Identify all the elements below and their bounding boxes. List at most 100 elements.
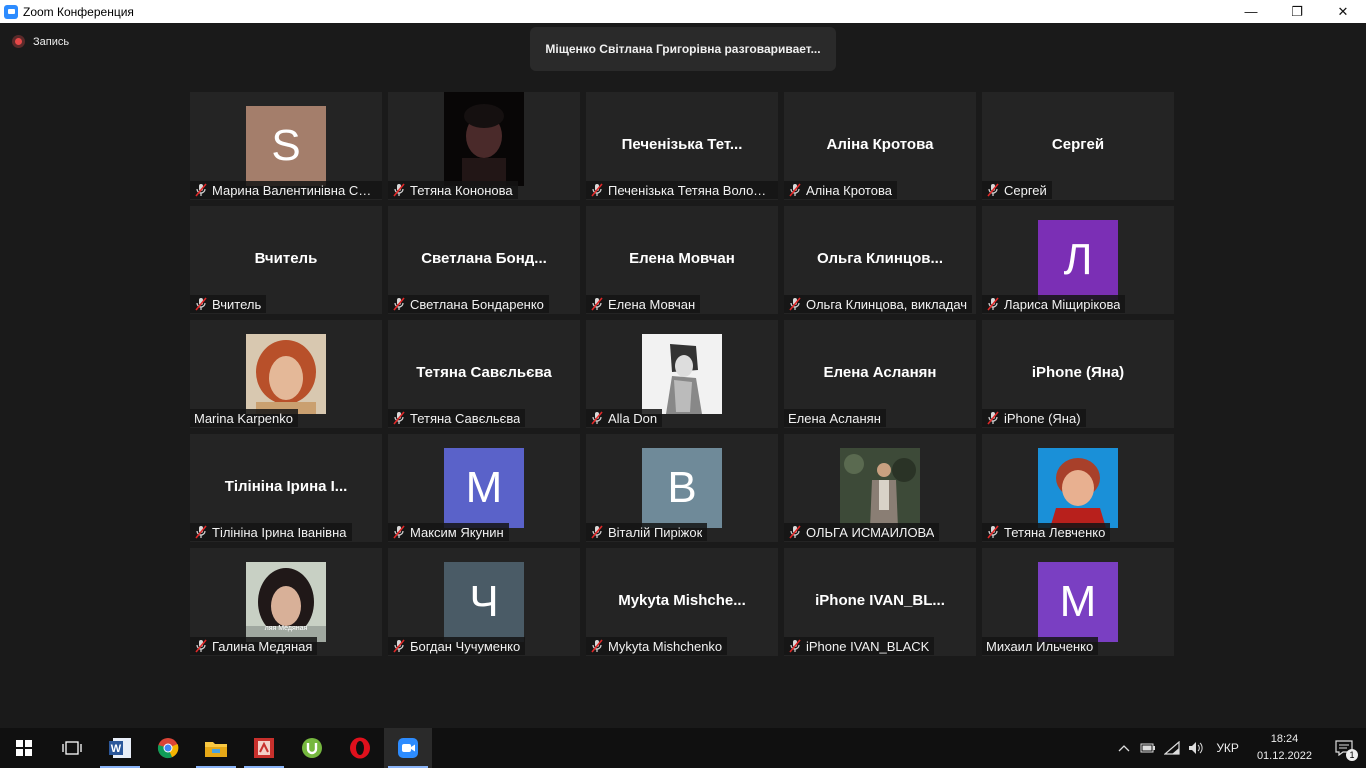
participant-tile[interactable]: Печенізька Тет... Печенізька Тетяна Волод… xyxy=(586,92,778,200)
participant-name: Светлана Бондаренко xyxy=(410,296,544,312)
participant-name: Тетяна Савєльєва xyxy=(410,410,521,426)
participant-tile[interactable]: ляя Медяная Галина Медяная xyxy=(190,548,382,656)
participant-avatar: M xyxy=(1038,562,1118,642)
window-controls: — ❐ ✕ xyxy=(1228,0,1366,23)
svg-text:W: W xyxy=(111,743,122,755)
svg-text:ляя Медяная: ляя Медяная xyxy=(265,625,308,632)
participant-tile[interactable]: Л Лариса Міщирікова xyxy=(982,206,1174,314)
tray-overflow-chevron-icon[interactable] xyxy=(1112,728,1136,768)
participant-tile[interactable]: Alla Don xyxy=(586,320,778,428)
participant-display-name: Сергей xyxy=(1051,136,1105,153)
participant-name: Максим Якунин xyxy=(410,524,504,540)
participant-name: Mykyta Mishchenko xyxy=(608,638,723,654)
mic-muted-icon xyxy=(195,297,207,311)
participant-name: Вчитель xyxy=(212,296,262,312)
participant-tile[interactable]: Елена Мовчан Елена Мовчан xyxy=(586,206,778,314)
participant-avatar: Ч xyxy=(444,562,524,642)
close-button[interactable]: ✕ xyxy=(1320,0,1366,23)
input-language[interactable]: УКР xyxy=(1208,741,1247,755)
participant-name: Елена Асланян xyxy=(788,410,881,426)
participant-photo xyxy=(1038,448,1118,528)
participant-tile[interactable]: Елена Асланян Елена Асланян xyxy=(784,320,976,428)
participant-tile[interactable]: Аліна Кротова Аліна Кротова xyxy=(784,92,976,200)
participant-tile[interactable]: B Віталій Пиріжок xyxy=(586,434,778,542)
participant-name: Сергей xyxy=(1004,182,1047,198)
chrome-icon xyxy=(157,738,179,759)
minimize-button[interactable]: — xyxy=(1228,0,1274,23)
mic-muted-icon xyxy=(393,183,405,197)
mic-muted-icon xyxy=(591,525,603,539)
participant-display-name: Вчитель xyxy=(254,250,318,267)
participant-display-name: iPhone IVAN_BL... xyxy=(815,592,945,609)
mic-muted-icon xyxy=(591,639,603,653)
mic-muted-icon xyxy=(393,639,405,653)
participant-tile[interactable]: Вчитель Вчитель xyxy=(190,206,382,314)
taskbar-file-explorer[interactable] xyxy=(192,728,240,768)
wifi-icon[interactable] xyxy=(1160,728,1184,768)
action-center-button[interactable]: 1 xyxy=(1322,728,1366,768)
volume-icon[interactable] xyxy=(1184,728,1208,768)
task-view-button[interactable] xyxy=(48,728,96,768)
participant-photo: ляя Медяная xyxy=(246,562,326,642)
participant-name-label: Печенізька Тетяна Володи... xyxy=(586,181,778,199)
participant-name-label: Сергей xyxy=(982,181,1052,199)
participant-name-label: Лариса Міщирікова xyxy=(982,295,1126,313)
taskbar-word[interactable]: W xyxy=(96,728,144,768)
participant-name: Marina Karpenko xyxy=(194,410,293,426)
participant-display-name: Тетяна Савєльєва xyxy=(416,364,552,381)
participant-tile[interactable]: M Михаил Ильченко xyxy=(982,548,1174,656)
recording-indicator[interactable]: Запись xyxy=(12,35,69,48)
participant-tile[interactable]: M Максим Якунин xyxy=(388,434,580,542)
participant-name: Ольга Клинцова, викладач xyxy=(806,296,968,312)
taskbar-chrome[interactable] xyxy=(144,728,192,768)
taskbar-pdf-app[interactable] xyxy=(240,728,288,768)
participant-display-name: Светлана Бонд... xyxy=(421,250,547,267)
participant-tile[interactable]: Тетяна Левченко xyxy=(982,434,1174,542)
participant-name-label: Alla Don xyxy=(586,409,663,427)
participant-tile[interactable]: Ч Богдан Чучуменко xyxy=(388,548,580,656)
participant-display-name: Mykyta Mishche... xyxy=(618,592,746,609)
participant-tile[interactable]: Тілініна Ірина І... Тілініна Ірина Іванів… xyxy=(190,434,382,542)
mic-muted-icon xyxy=(591,183,603,197)
participant-name: Тетяна Кононова xyxy=(410,182,513,198)
participant-display-name: iPhone (Яна) xyxy=(1031,364,1125,381)
restore-button[interactable]: ❐ xyxy=(1274,0,1320,23)
participant-display-name: Елена Мовчан xyxy=(629,250,735,267)
taskbar-zoom[interactable] xyxy=(384,728,432,768)
word-icon: W xyxy=(109,738,131,758)
window-title: Zoom Конференция xyxy=(23,4,134,19)
mic-muted-icon xyxy=(987,297,999,311)
participant-name: iPhone IVAN_BLACK xyxy=(806,638,930,654)
participant-tile[interactable]: Mykyta Mishche... Mykyta Mishchenko xyxy=(586,548,778,656)
mic-muted-icon xyxy=(987,525,999,539)
participant-tile[interactable]: Marina Karpenko xyxy=(190,320,382,428)
participant-name-label: Елена Мовчан xyxy=(586,295,701,313)
participant-name: Тетяна Левченко xyxy=(1004,524,1106,540)
participant-tile[interactable]: S Марина Валентинівна Сел... xyxy=(190,92,382,200)
battery-icon[interactable] xyxy=(1136,728,1160,768)
system-clock[interactable]: 18:24 01.12.2022 xyxy=(1247,731,1322,765)
title-bar: Zoom Конференция — ❐ ✕ xyxy=(0,0,1366,23)
system-tray: УКР 18:24 01.12.2022 1 xyxy=(1112,728,1366,768)
participant-tile[interactable]: Ольга Клинцов... Ольга Клинцова, викладач xyxy=(784,206,976,314)
participant-tile[interactable]: Тетяна Кононова xyxy=(388,92,580,200)
taskbar-utorrent[interactable] xyxy=(288,728,336,768)
participant-tile[interactable]: Тетяна Савєльєва Тетяна Савєльєва xyxy=(388,320,580,428)
mic-muted-icon xyxy=(195,183,207,197)
meeting-area: Запись Міщенко Світлана Григорівна разго… xyxy=(0,23,1366,728)
participant-display-name: Печенізька Тет... xyxy=(621,136,743,153)
participant-display-name: Тілініна Ірина І... xyxy=(224,478,348,495)
participant-name-label: Тетяна Савєльєва xyxy=(388,409,526,427)
taskbar-opera[interactable] xyxy=(336,728,384,768)
participant-tile[interactable]: iPhone (Яна) iPhone (Яна) xyxy=(982,320,1174,428)
participant-name-label: Марина Валентинівна Сел... xyxy=(190,181,382,199)
participant-tile[interactable]: iPhone IVAN_BL... iPhone IVAN_BLACK xyxy=(784,548,976,656)
participant-name: Печенізька Тетяна Володи... xyxy=(608,182,773,198)
participant-name: Богдан Чучуменко xyxy=(410,638,521,654)
start-button[interactable] xyxy=(0,728,48,768)
participant-tile[interactable]: Сергей Сергей xyxy=(982,92,1174,200)
participant-name: ОЛЬГА ИСМАИЛОВА xyxy=(806,524,935,540)
notification-count: 1 xyxy=(1346,749,1358,761)
participant-tile[interactable]: ОЛЬГА ИСМАИЛОВА xyxy=(784,434,976,542)
participant-tile[interactable]: Светлана Бонд... Светлана Бондаренко xyxy=(388,206,580,314)
